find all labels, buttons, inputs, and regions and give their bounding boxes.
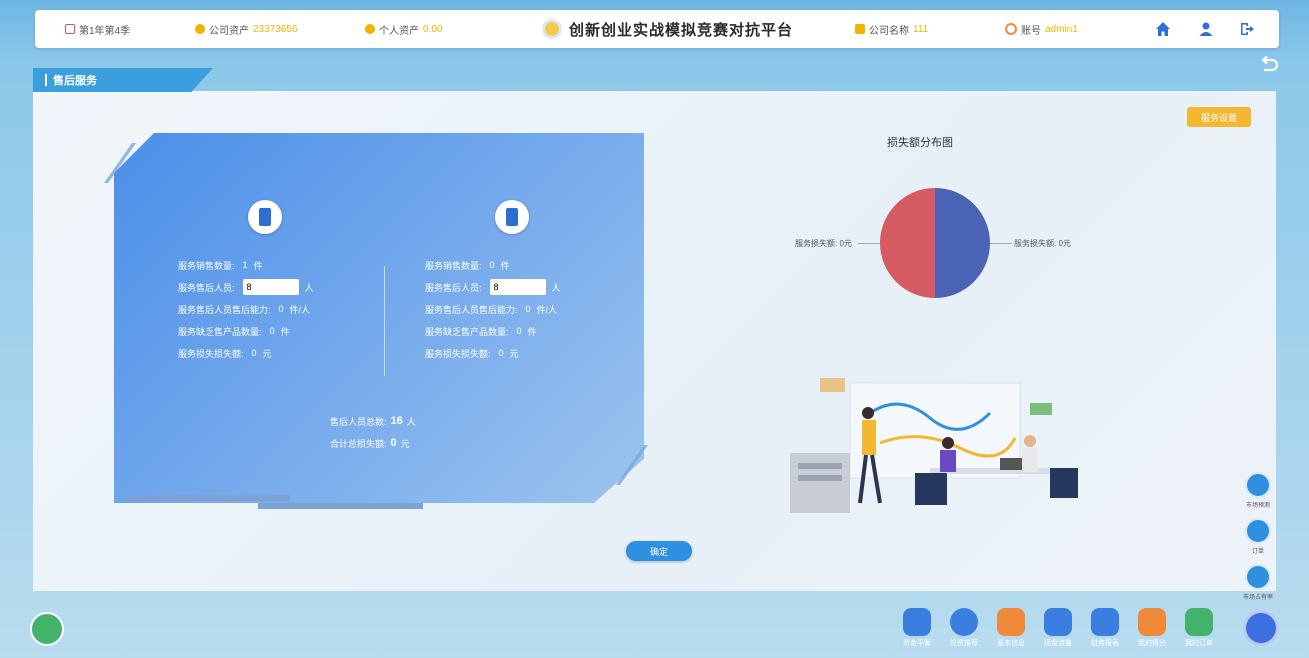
document-icon bbox=[495, 200, 529, 234]
pie-slice-label: 服务损失额: 0元 bbox=[795, 239, 852, 248]
dock-item-my-orders[interactable]: 我的订单 bbox=[1182, 608, 1216, 652]
cash-icon bbox=[1044, 608, 1072, 636]
back-icon[interactable] bbox=[1258, 54, 1280, 76]
logout-icon[interactable] bbox=[1239, 21, 1255, 37]
staff-capacity-row: 服务售后人员售后能力: 0 件/人 bbox=[178, 304, 311, 315]
dock-item-investment[interactable]: 投资推荐 bbox=[947, 608, 981, 652]
service-column-right: 服务销售数量: 0 件 服务售后人员: 人 服务售后人员售后能力: 0 件/人 … bbox=[425, 200, 615, 364]
globe-icon[interactable] bbox=[30, 612, 64, 646]
dock-item-basic-info[interactable]: 基本信息 bbox=[994, 608, 1028, 652]
document-icon bbox=[248, 200, 282, 234]
team-meeting-illustration bbox=[790, 378, 1078, 513]
coin-icon bbox=[195, 24, 205, 34]
user-icon[interactable] bbox=[1198, 21, 1214, 37]
chart-title: 损失额分布图 bbox=[887, 137, 953, 149]
service-staff-input[interactable] bbox=[242, 279, 299, 295]
service-staff-row: 服务售后人员: 人 bbox=[178, 276, 368, 298]
info-icon bbox=[997, 608, 1025, 636]
column-divider bbox=[384, 266, 385, 376]
dock-item-financial-report[interactable]: 财务报表 bbox=[1088, 608, 1122, 652]
sales-quantity-row: 服务销售数量: 0 件 bbox=[425, 260, 510, 271]
top-bar: 第1年第4季 公司资产 23373656 个人资产 0.00 创新创业实战模拟竞… bbox=[35, 10, 1279, 48]
diamond-icon bbox=[1245, 518, 1271, 544]
summary: 售后人员总数: 16 人 合计总损失额: 0 元 bbox=[330, 410, 416, 454]
calendar-icon bbox=[65, 24, 75, 34]
loss-amount-row: 服务损失损失额: 0 元 bbox=[178, 348, 272, 359]
diamond-icon bbox=[1245, 564, 1271, 590]
pie-slice-label: 服务损失额: 0元 bbox=[1014, 239, 1071, 248]
staff-capacity-row: 服务售后人员售后能力: 0 件/人 bbox=[425, 304, 558, 315]
dock-item-my-score[interactable]: 我的得分 bbox=[1135, 608, 1169, 652]
pie-leader-line bbox=[858, 243, 880, 244]
side-button-market-forecast[interactable]: 市场预测 bbox=[1242, 472, 1274, 512]
diamond-icon bbox=[1245, 472, 1271, 498]
sales-quantity-row: 服务销售数量: 1 件 bbox=[178, 260, 263, 271]
shortage-quantity-row: 服务缺乏售产品数量: 0 件 bbox=[178, 326, 290, 337]
service-staff-row: 服务售后人员: 人 bbox=[425, 276, 615, 298]
company-assets: 公司资产 23373656 bbox=[195, 10, 298, 48]
card-decoration bbox=[258, 503, 423, 509]
side-button-market-share[interactable]: 市场占有率 bbox=[1242, 564, 1274, 604]
building-icon bbox=[855, 24, 865, 34]
account-icon bbox=[1005, 23, 1017, 35]
personal-assets: 个人资产 0.00 bbox=[365, 10, 442, 48]
section-tab: 售后服务 bbox=[33, 68, 213, 92]
confirm-button[interactable]: 确定 bbox=[626, 541, 692, 561]
dock-item-fund-balance[interactable]: 资金平衡 bbox=[900, 608, 934, 652]
pie-leader-line bbox=[990, 243, 1012, 244]
account: 账号 admin1 bbox=[1005, 10, 1078, 48]
shortage-quantity-row: 服务缺乏售产品数量: 0 件 bbox=[425, 326, 537, 337]
total-staff-row: 售后人员总数: 16 人 bbox=[330, 415, 416, 427]
briefcase-icon[interactable] bbox=[1243, 610, 1279, 646]
company-name: 公司名称 111 bbox=[855, 10, 928, 48]
total-loss-row: 合计总损失额: 0 元 bbox=[330, 437, 410, 449]
service-settings-button[interactable]: 服务设置 bbox=[1187, 107, 1251, 127]
pie-chart bbox=[880, 188, 990, 298]
service-column-left: 服务销售数量: 1 件 服务售后人员: 人 服务售后人员售后能力: 0 件/人 … bbox=[178, 200, 368, 364]
lightbulb-icon bbox=[545, 22, 559, 36]
wallet-icon bbox=[903, 608, 931, 636]
money-bag-icon bbox=[1091, 608, 1119, 636]
tag-icon bbox=[1185, 608, 1213, 636]
side-button-orders[interactable]: 订单 bbox=[1242, 518, 1274, 558]
dock-item-cash-flow[interactable]: 现金流量 bbox=[1041, 608, 1075, 652]
service-staff-input[interactable] bbox=[489, 279, 546, 295]
loss-amount-row: 服务损失损失额: 0 元 bbox=[425, 348, 519, 359]
home-icon[interactable] bbox=[1155, 21, 1171, 37]
card-decoration bbox=[125, 495, 290, 501]
target-icon bbox=[950, 608, 978, 636]
round-indicator: 第1年第4季 bbox=[65, 10, 134, 48]
app-title: 创新创业实战模拟竞赛对抗平台 bbox=[545, 10, 793, 48]
score-icon bbox=[1138, 608, 1166, 636]
coin-icon bbox=[365, 24, 375, 34]
